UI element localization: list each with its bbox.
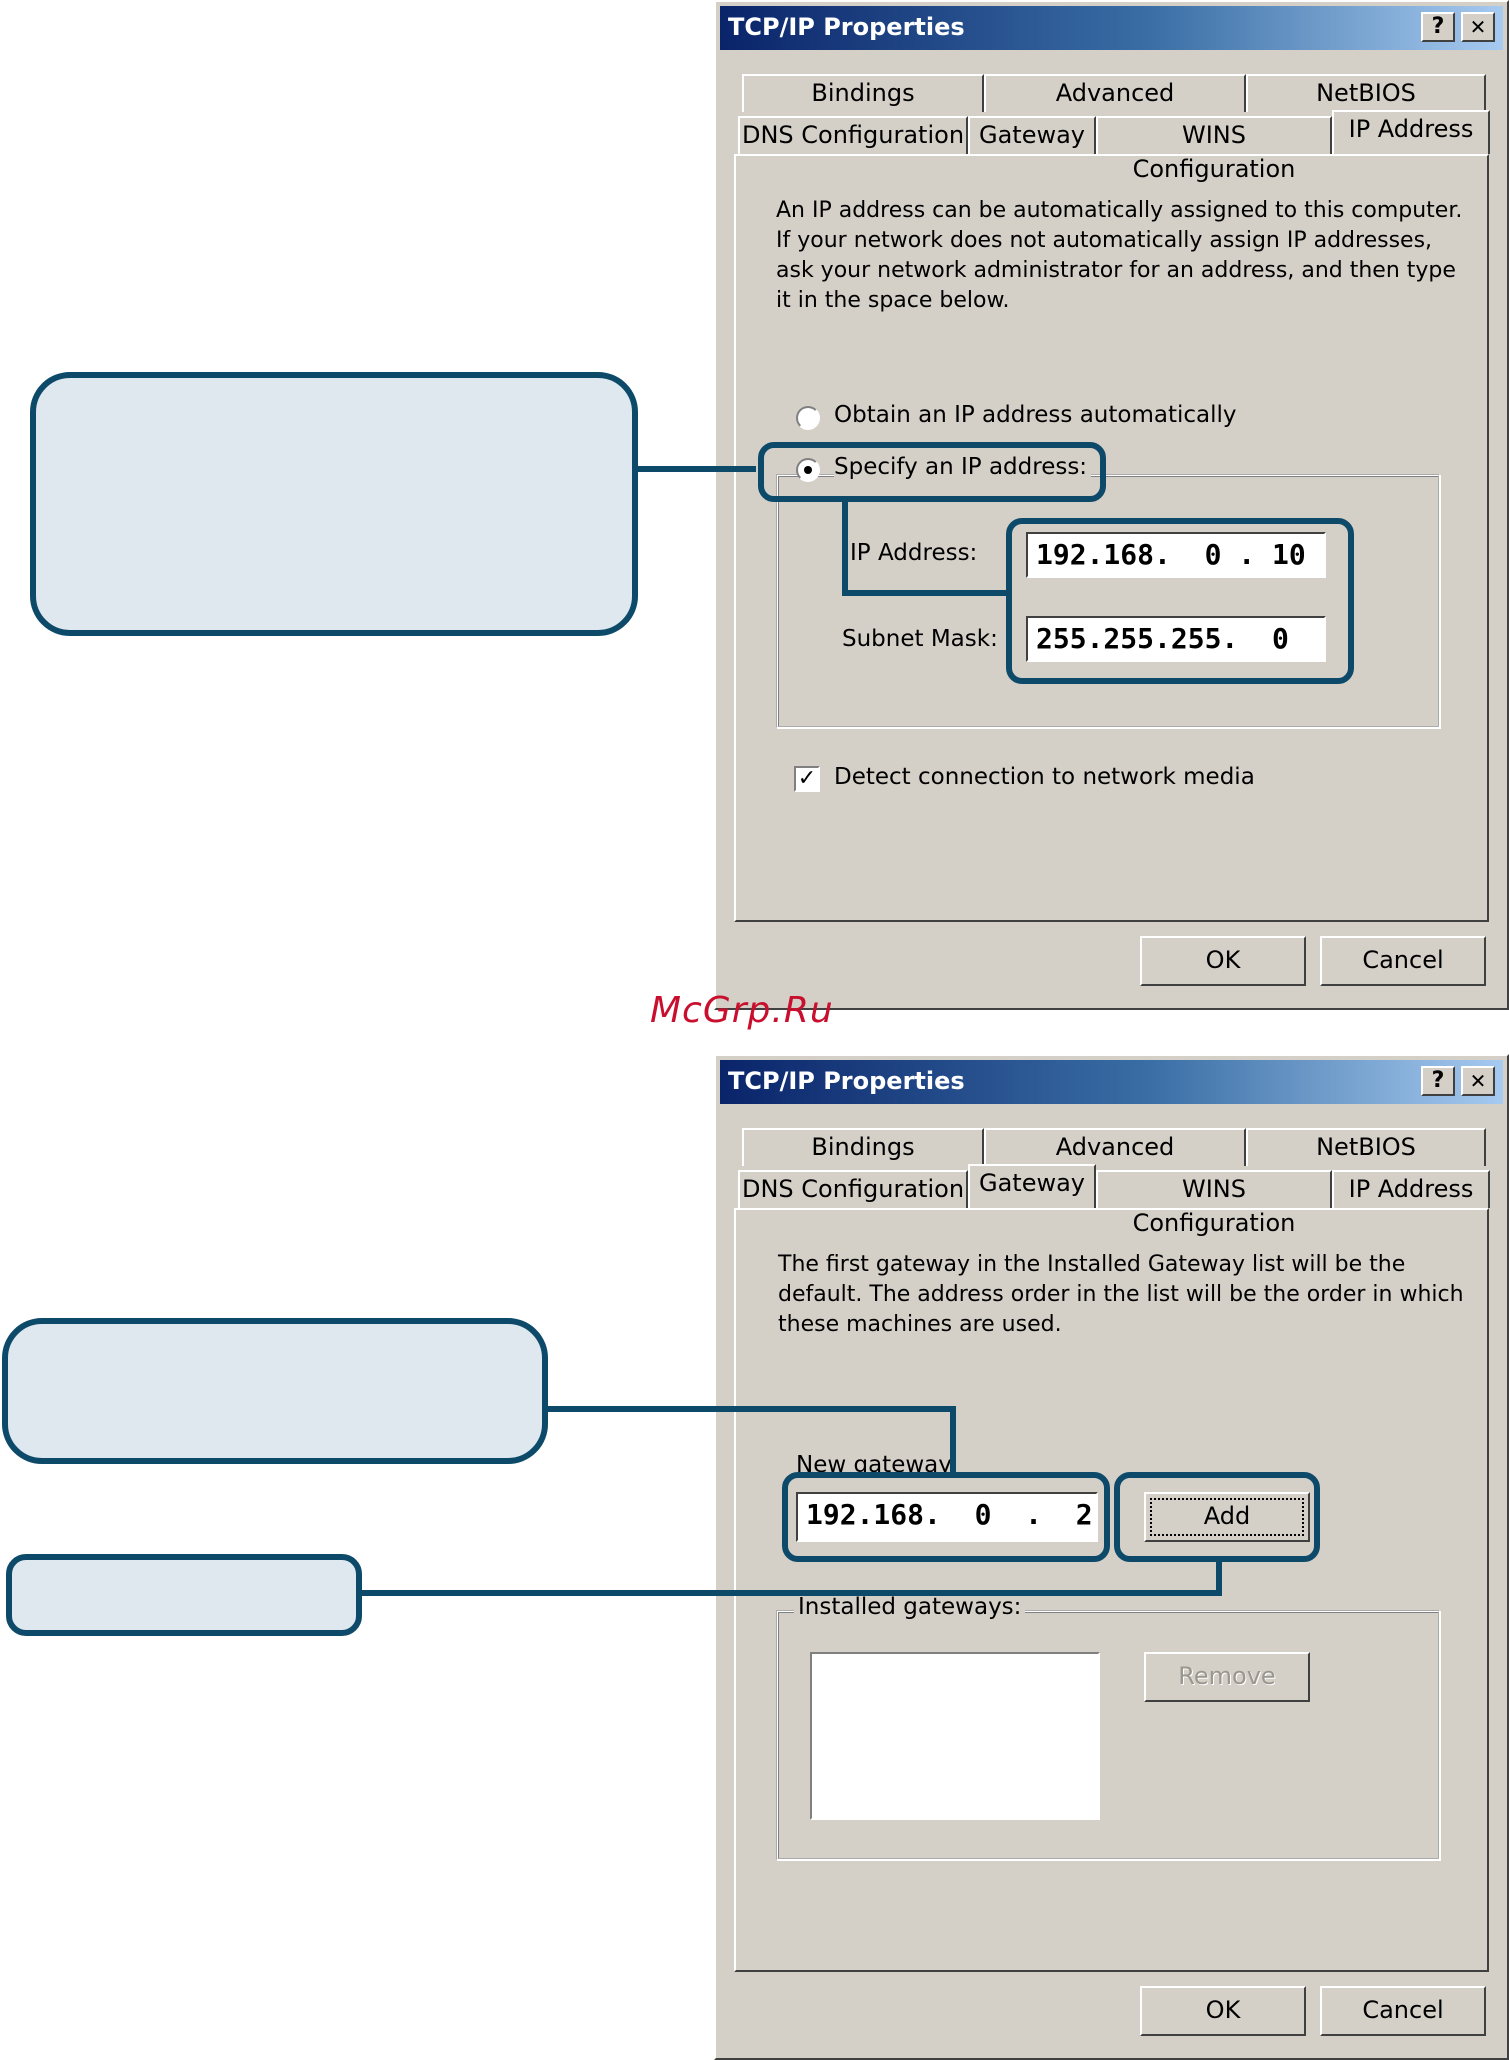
tab-gateway[interactable]: Gateway: [968, 1164, 1096, 1208]
tab-wins-configuration[interactable]: WINS Configuration: [1096, 1170, 1332, 1237]
help-button[interactable]: ?: [1421, 1066, 1455, 1096]
title-bar[interactable]: TCP/IP Properties ? ✕: [720, 1060, 1503, 1104]
detect-connection-checkbox[interactable]: ✓: [794, 766, 820, 792]
callout-connector-ip: [636, 466, 756, 472]
radio-specify-label: Specify an IP address:: [834, 454, 1092, 480]
cancel-button[interactable]: Cancel: [1320, 936, 1486, 986]
help-button[interactable]: ?: [1421, 12, 1455, 42]
tab-gateway[interactable]: Gateway: [968, 116, 1096, 154]
radio-obtain-automatically[interactable]: [796, 406, 820, 430]
ip-address-label: IP Address:: [850, 540, 978, 566]
close-button[interactable]: ✕: [1461, 12, 1495, 42]
subnet-mask-label: Subnet Mask:: [842, 626, 998, 652]
tab-netbios[interactable]: NetBIOS: [1246, 74, 1486, 112]
radio-specify-ip[interactable]: [796, 458, 820, 482]
ok-button[interactable]: OK: [1140, 1986, 1306, 2036]
detect-connection-label: Detect connection to network media: [834, 764, 1255, 790]
dialog-title: TCP/IP Properties: [728, 13, 965, 41]
ip-description: An IP address can be automatically assig…: [776, 198, 1463, 313]
tab-ip-address[interactable]: IP Address: [1332, 110, 1490, 154]
tab-bindings[interactable]: Bindings: [742, 1128, 984, 1166]
tab-dns-configuration[interactable]: DNS Configuration: [738, 116, 968, 154]
highlight-add-button: [1114, 1472, 1320, 1562]
tab-bindings[interactable]: Bindings: [742, 74, 984, 112]
remove-button: Remove: [1144, 1652, 1310, 1702]
dialog-title: TCP/IP Properties: [728, 1067, 965, 1095]
ok-button[interactable]: OK: [1140, 936, 1306, 986]
highlight-ip-fields: [1006, 518, 1354, 684]
close-button[interactable]: ✕: [1461, 1066, 1495, 1096]
radio-obtain-label: Obtain an IP address automatically: [834, 402, 1237, 428]
callout-connector-gateway-v: [950, 1406, 956, 1474]
tab-advanced[interactable]: Advanced: [984, 1128, 1246, 1166]
callout-box-add: [6, 1554, 362, 1636]
cancel-button[interactable]: Cancel: [1320, 1986, 1486, 2036]
title-bar[interactable]: TCP/IP Properties ? ✕: [720, 6, 1503, 50]
callout-connector-add-h: [360, 1590, 1222, 1596]
watermark-text: McGrp.Ru: [650, 990, 834, 1031]
installed-gateways-list[interactable]: [810, 1652, 1100, 1820]
gateway-description: The first gateway in the Installed Gatew…: [778, 1252, 1464, 1337]
callout-connector-add-v: [1216, 1556, 1222, 1596]
tab-wins-configuration[interactable]: WINS Configuration: [1096, 116, 1332, 183]
tab-dns-configuration[interactable]: DNS Configuration: [738, 1170, 968, 1208]
callout-box-ip: [30, 372, 638, 636]
tcpip-dialog-ip: TCP/IP Properties ? ✕ Bindings Advanced …: [714, 0, 1509, 1010]
callout-connector-fields: [842, 498, 848, 596]
highlight-gateway-field: [782, 1472, 1110, 1562]
callout-box-gateway: [2, 1318, 548, 1464]
callout-connector-fields-h: [842, 590, 1012, 596]
tab-netbios[interactable]: NetBIOS: [1246, 1128, 1486, 1166]
installed-gateways-label: Installed gateways:: [794, 1594, 1026, 1620]
tab-ip-address[interactable]: IP Address: [1332, 1170, 1490, 1208]
callout-connector-gateway-h: [546, 1406, 956, 1412]
tab-advanced[interactable]: Advanced: [984, 74, 1246, 112]
